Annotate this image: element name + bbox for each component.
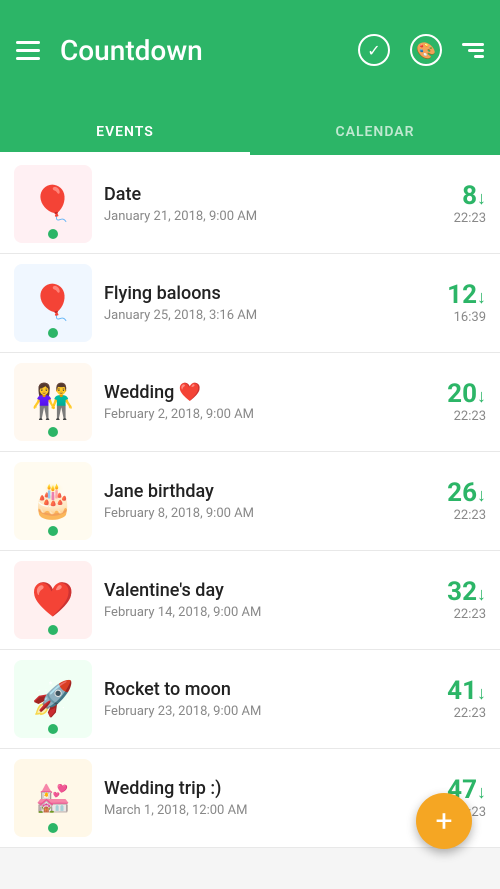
event-item[interactable]: 🎂 Jane birthday February 8, 2018, 9:00 A…	[0, 452, 500, 551]
arrow-icon: ↓	[477, 287, 486, 308]
event-dot	[48, 229, 58, 239]
event-countdown: 26↓ 22:23	[426, 479, 486, 523]
event-item[interactable]: ❤️ Valentine's day February 14, 2018, 9:…	[0, 551, 500, 650]
event-icon: 👫	[14, 363, 92, 441]
event-countdown: 8↓ 22:23	[426, 182, 486, 226]
event-dot	[48, 625, 58, 635]
arrow-icon: ↓	[477, 485, 486, 506]
event-info: Wedding ❤️ February 2, 2018, 9:00 AM	[92, 382, 426, 422]
header-top-bar: Countdown ✓ 🎨	[16, 34, 484, 67]
add-event-button[interactable]: +	[416, 793, 472, 849]
event-days: 20↓	[426, 380, 486, 409]
event-time: 22:23	[426, 508, 486, 523]
event-countdown: 41↓ 22:23	[426, 677, 486, 721]
event-icon: 🎂	[14, 462, 92, 540]
palette-icon[interactable]: 🎨	[410, 34, 442, 66]
event-item[interactable]: 🎈 Date January 21, 2018, 9:00 AM 8↓ 22:2…	[0, 155, 500, 254]
arrow-icon: ↓	[477, 782, 486, 803]
tab-events[interactable]: EVENTS	[0, 112, 250, 155]
event-dot	[48, 427, 58, 437]
event-time: 22:23	[426, 211, 486, 226]
event-info: Flying baloons January 25, 2018, 3:16 AM	[92, 283, 426, 323]
event-name: Rocket to moon	[104, 679, 414, 700]
arrow-icon: ↓	[477, 683, 486, 704]
event-dot	[48, 328, 58, 338]
event-name: Wedding trip :)	[104, 778, 414, 799]
event-info: Jane birthday February 8, 2018, 9:00 AM	[92, 481, 426, 521]
arrow-icon: ↓	[477, 584, 486, 605]
event-countdown: 12↓ 16:39	[426, 281, 486, 325]
event-icon: 💒	[14, 759, 92, 837]
header-actions: ✓ 🎨	[358, 34, 484, 66]
event-date: February 23, 2018, 9:00 AM	[104, 704, 414, 719]
event-days: 41↓	[426, 677, 486, 706]
menu-icon[interactable]	[16, 41, 40, 60]
event-countdown: 32↓ 22:23	[426, 578, 486, 622]
app-header: Countdown ✓ 🎨	[0, 0, 500, 112]
event-time: 16:39	[426, 310, 486, 325]
event-days: 26↓	[426, 479, 486, 508]
event-countdown: 20↓ 22:23	[426, 380, 486, 424]
event-date: January 21, 2018, 9:00 AM	[104, 209, 414, 224]
event-days: 32↓	[426, 578, 486, 607]
sort-icon[interactable]	[462, 43, 484, 58]
event-icon: 🎈	[14, 165, 92, 243]
event-icon: ❤️	[14, 561, 92, 639]
event-dot	[48, 526, 58, 536]
event-list: 🎈 Date January 21, 2018, 9:00 AM 8↓ 22:2…	[0, 155, 500, 848]
event-item[interactable]: 🚀 Rocket to moon February 23, 2018, 9:00…	[0, 650, 500, 749]
event-dot	[48, 724, 58, 734]
event-item[interactable]: 👫 Wedding ❤️ February 2, 2018, 9:00 AM 2…	[0, 353, 500, 452]
event-info: Date January 21, 2018, 9:00 AM	[92, 184, 426, 224]
event-name: Flying baloons	[104, 283, 414, 304]
arrow-icon: ↓	[477, 188, 486, 209]
event-info: Valentine's day February 14, 2018, 9:00 …	[92, 580, 426, 620]
event-item[interactable]: 🎈 Flying baloons January 25, 2018, 3:16 …	[0, 254, 500, 353]
event-days: 8↓	[426, 182, 486, 211]
event-name: Date	[104, 184, 414, 205]
event-date: February 8, 2018, 9:00 AM	[104, 506, 414, 521]
event-info: Rocket to moon February 23, 2018, 9:00 A…	[92, 679, 426, 719]
event-icon: 🎈	[14, 264, 92, 342]
tab-bar: EVENTS CALENDAR	[0, 112, 500, 155]
event-name: Wedding ❤️	[104, 382, 414, 403]
app-title: Countdown	[60, 34, 358, 67]
event-time: 22:23	[426, 706, 486, 721]
check-icon[interactable]: ✓	[358, 34, 390, 66]
event-dot	[48, 823, 58, 833]
event-info: Wedding trip :) March 1, 2018, 12:00 AM	[92, 778, 426, 818]
event-time: 22:23	[426, 607, 486, 622]
event-days: 12↓	[426, 281, 486, 310]
event-name: Jane birthday	[104, 481, 414, 502]
event-date: February 2, 2018, 9:00 AM	[104, 407, 414, 422]
event-date: February 14, 2018, 9:00 AM	[104, 605, 414, 620]
event-time: 22:23	[426, 409, 486, 424]
event-icon: 🚀	[14, 660, 92, 738]
arrow-icon: ↓	[477, 386, 486, 407]
event-name: Valentine's day	[104, 580, 414, 601]
tab-calendar[interactable]: CALENDAR	[250, 112, 500, 155]
event-date: March 1, 2018, 12:00 AM	[104, 803, 414, 818]
event-date: January 25, 2018, 3:16 AM	[104, 308, 414, 323]
